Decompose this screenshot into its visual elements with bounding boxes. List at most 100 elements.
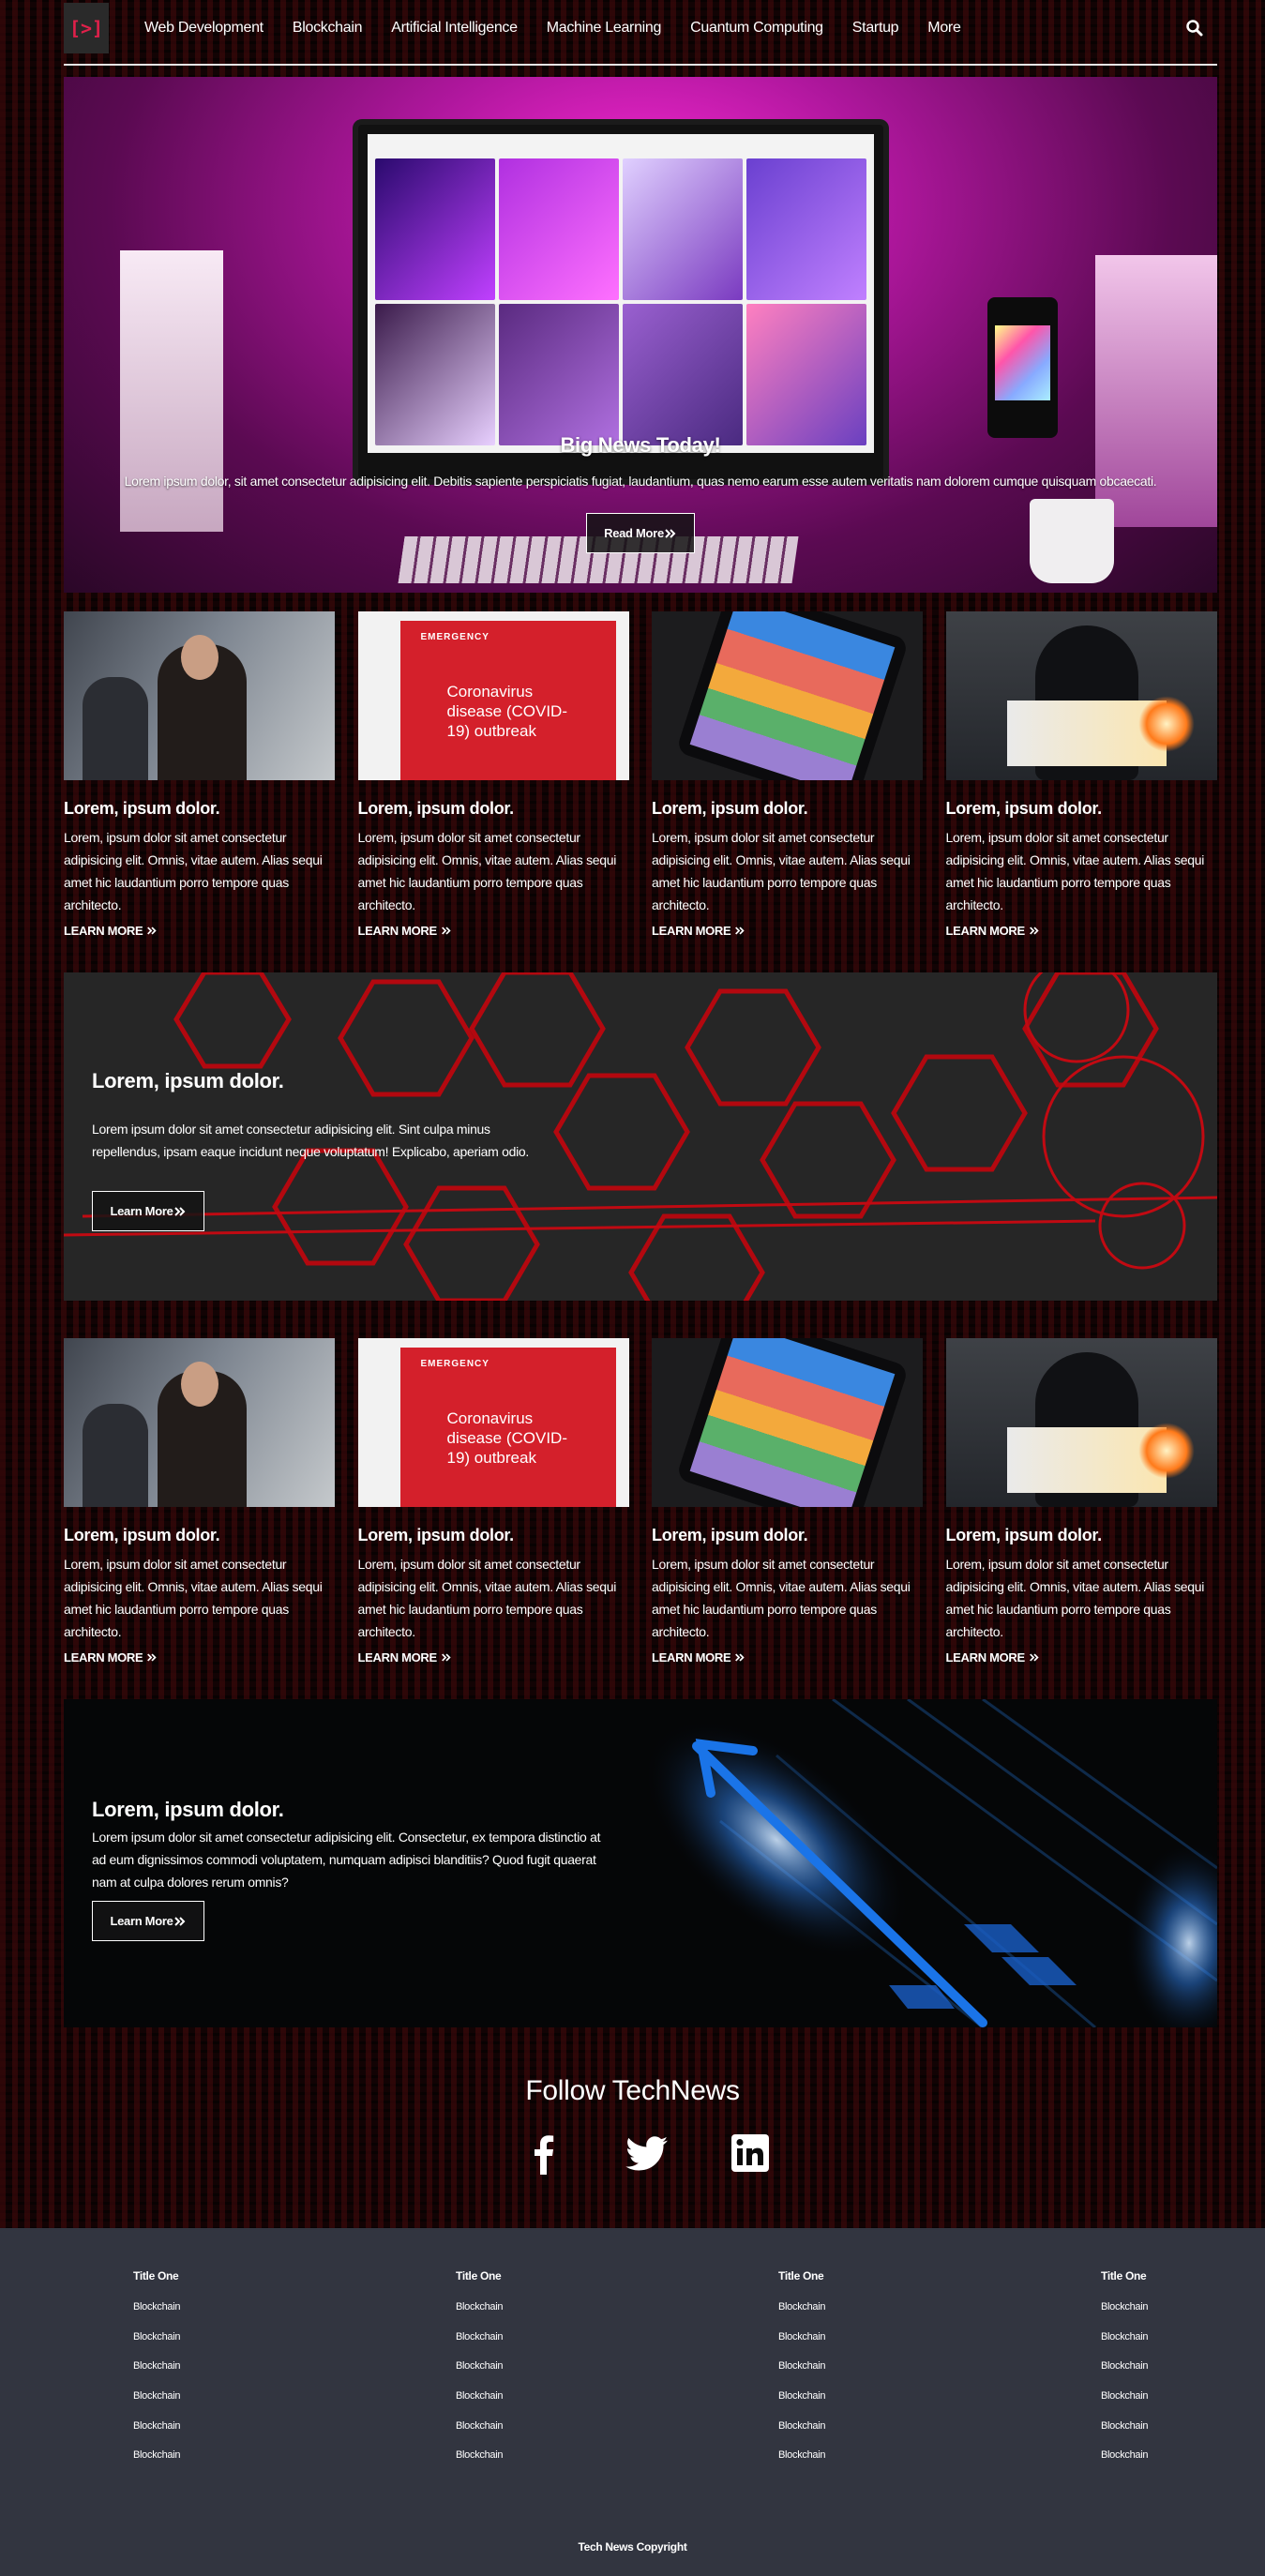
learn-more-label: LEARN MORE [357, 1650, 438, 1665]
learn-more-link[interactable]: LEARN MORE [946, 924, 1040, 938]
twitter-icon[interactable] [625, 2131, 670, 2176]
learn-more-link[interactable]: LEARN MORE [358, 924, 452, 938]
double-chevron-right-icon [1029, 926, 1039, 935]
learn-more-label: LEARN MORE [64, 1650, 143, 1665]
banner1-learn-more-button[interactable]: Learn More [92, 1191, 204, 1231]
learn-more-label: LEARN MORE [64, 924, 143, 938]
footer-column-title: Title One [133, 2269, 179, 2282]
double-chevron-right-icon [173, 1916, 185, 1926]
feature-banner-blue-arrow: Lorem, ipsum dolor. Lorem ipsum dolor si… [64, 1699, 1217, 2027]
news-card: Lorem, ipsum dolor. Lorem, ipsum dolor s… [945, 611, 1217, 940]
double-chevron-right-icon [441, 926, 451, 935]
card-text: Lorem, ipsum dolor sit amet consectetur … [357, 830, 617, 912]
learn-more-label: LEARN MORE [945, 1650, 1026, 1665]
footer-column: Title One Blockchain Blockchain Blockcha… [456, 2269, 587, 2479]
nav-link-machine-learning[interactable]: Machine Learning [547, 20, 662, 37]
double-chevron-right-icon [441, 1653, 451, 1662]
emergency-label: EMERGENCY [420, 632, 489, 642]
emergency-text: Coronavirus disease (COVID-19) outbreak [446, 683, 567, 740]
footer-link[interactable]: Blockchain [1101, 2449, 1232, 2461]
footer-link[interactable]: Blockchain [133, 2360, 264, 2372]
footer-link[interactable]: Blockchain [133, 2449, 264, 2461]
footer-link[interactable]: Blockchain [778, 2331, 910, 2343]
footer-link[interactable]: Blockchain [456, 2360, 587, 2372]
site-logo[interactable]: [>] [64, 3, 109, 53]
footer-link[interactable]: Blockchain [456, 2420, 587, 2432]
learn-more-link[interactable]: LEARN MORE [64, 1650, 158, 1665]
hero-read-more-button[interactable]: Read More [586, 513, 695, 553]
learn-more-link[interactable]: LEARN MORE [652, 924, 745, 938]
footer-link[interactable]: Blockchain [456, 2331, 587, 2343]
footer-link[interactable]: Blockchain [133, 2420, 264, 2432]
nav-link-more[interactable]: More [927, 20, 961, 37]
footer-link[interactable]: Blockchain [1101, 2301, 1232, 2312]
nav-link-cuantum-computing[interactable]: Cuantum Computing [690, 20, 823, 37]
footer-link[interactable]: Blockchain [456, 2390, 587, 2402]
facebook-icon[interactable] [521, 2131, 566, 2176]
hero-mug-image [1030, 499, 1114, 583]
double-chevron-right-icon [735, 1653, 745, 1662]
card-image-tablet[interactable] [652, 611, 923, 780]
banner2-text: Lorem ipsum dolor sit amet consectetur a… [92, 1830, 601, 1890]
card-image-emergency[interactable]: EMERGENCY Coronavirus disease (COVID-19) … [357, 611, 629, 780]
news-card: Lorem, ipsum dolor. Lorem, ipsum dolor s… [652, 611, 923, 940]
double-chevron-right-icon [1029, 1653, 1039, 1662]
card-title: Lorem, ipsum dolor. [64, 1526, 220, 1544]
footer-link[interactable]: Blockchain [778, 2420, 910, 2432]
card-text: Lorem, ipsum dolor sit amet consectetur … [64, 1557, 323, 1639]
news-card: Lorem, ipsum dolor. Lorem, ipsum dolor s… [64, 611, 335, 940]
learn-more-label: LEARN MORE [652, 924, 731, 938]
footer-link[interactable]: Blockchain [778, 2449, 910, 2461]
card-image-speaker[interactable] [64, 1338, 335, 1507]
footer-link[interactable]: Blockchain [1101, 2420, 1232, 2432]
footer-column-title: Title One [778, 2269, 824, 2282]
nav-link-startup[interactable]: Startup [852, 20, 899, 37]
card-image-hooded-hacker[interactable] [945, 611, 1217, 780]
learn-more-link[interactable]: LEARN MORE [652, 1650, 745, 1665]
card-title: Lorem, ipsum dolor. [945, 1526, 1103, 1544]
footer-link[interactable]: Blockchain [133, 2331, 264, 2343]
footer-column-title: Title One [456, 2269, 502, 2282]
double-chevron-right-icon [735, 926, 745, 935]
banner1-learn-more-label: Learn More [110, 1204, 173, 1218]
card-title: Lorem, ipsum dolor. [357, 799, 515, 818]
footer-link[interactable]: Blockchain [133, 2301, 264, 2312]
card-image-hooded-hacker[interactable] [945, 1338, 1217, 1507]
double-chevron-right-icon [147, 926, 158, 935]
learn-more-link[interactable]: LEARN MORE [64, 924, 158, 938]
footer-link[interactable]: Blockchain [778, 2360, 910, 2372]
footer-copyright: Tech News Copyright [578, 2540, 687, 2553]
news-card: Lorem, ipsum dolor. Lorem, ipsum dolor s… [652, 1338, 923, 1666]
footer-link[interactable]: Blockchain [1101, 2331, 1232, 2343]
news-card: Lorem, ipsum dolor. Lorem, ipsum dolor s… [64, 1338, 335, 1666]
hero-read-more-label: Read More [604, 526, 664, 540]
footer-column: Title One Blockchain Blockchain Blockcha… [1101, 2269, 1232, 2479]
nav-link-artificial-intelligence[interactable]: Artificial Intelligence [391, 20, 518, 37]
footer-link[interactable]: Blockchain [1101, 2390, 1232, 2402]
footer-link[interactable]: Blockchain [1101, 2360, 1232, 2372]
footer-column: Title One Blockchain Blockchain Blockcha… [133, 2269, 264, 2479]
linkedin-icon[interactable] [728, 2131, 773, 2176]
footer-link[interactable]: Blockchain [133, 2390, 264, 2402]
learn-more-link[interactable]: LEARN MORE [946, 1650, 1040, 1665]
footer-column-title: Title One [1101, 2269, 1147, 2282]
emergency-text: Coronavirus disease (COVID-19) outbreak [446, 1409, 567, 1467]
card-image-speaker[interactable] [64, 611, 335, 780]
footer-link[interactable]: Blockchain [778, 2390, 910, 2402]
card-title: Lorem, ipsum dolor. [652, 1526, 808, 1544]
nav-link-blockchain[interactable]: Blockchain [293, 20, 363, 37]
banner1-text: Lorem ipsum dolor sit amet consectetur a… [92, 1122, 529, 1159]
nav-link-web-development[interactable]: Web Development [144, 20, 264, 37]
card-image-emergency[interactable]: EMERGENCY Coronavirus disease (COVID-19) … [357, 1338, 629, 1507]
card-grid-2: Lorem, ipsum dolor. Lorem, ipsum dolor s… [64, 1338, 1217, 1666]
search-icon[interactable] [1185, 19, 1204, 38]
footer-link[interactable]: Blockchain [456, 2449, 587, 2461]
banner2-learn-more-button[interactable]: Learn More [92, 1901, 204, 1941]
card-image-tablet[interactable] [652, 1338, 923, 1507]
footer-link[interactable]: Blockchain [778, 2301, 910, 2312]
learn-more-link[interactable]: LEARN MORE [358, 1650, 452, 1665]
card-title: Lorem, ipsum dolor. [64, 799, 220, 818]
card-text: Lorem, ipsum dolor sit amet consectetur … [652, 1557, 911, 1639]
card-grid-1: Lorem, ipsum dolor. Lorem, ipsum dolor s… [64, 611, 1217, 940]
footer-link[interactable]: Blockchain [456, 2301, 587, 2312]
